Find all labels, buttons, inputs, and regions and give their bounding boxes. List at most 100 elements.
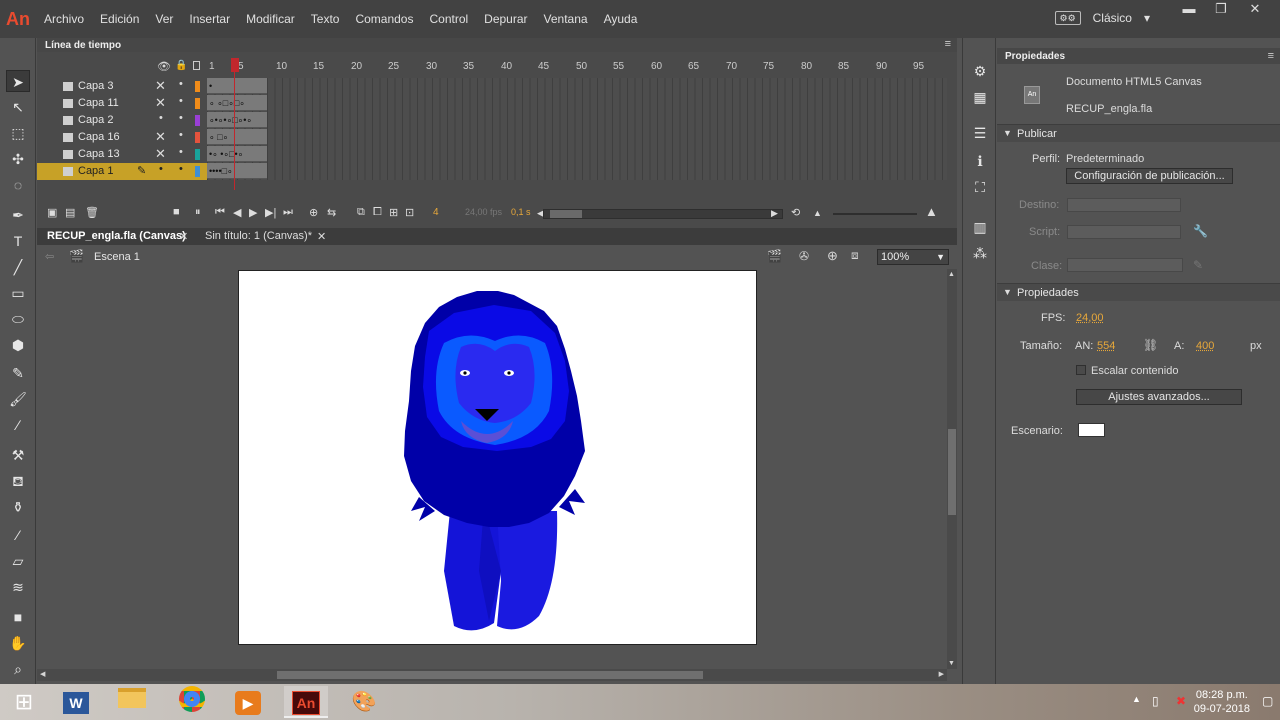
center-stage-icon[interactable]: ⊕ xyxy=(827,248,838,264)
paint-brush-tool-icon[interactable]: ∕ xyxy=(6,414,30,436)
keyframe-span[interactable]: ∘ □∘ xyxy=(207,129,267,145)
outline-icon[interactable] xyxy=(193,61,200,70)
lasso-tool-icon[interactable]: ◌ xyxy=(6,174,30,196)
stage-canvas[interactable] xyxy=(238,270,757,645)
minimize-button[interactable]: ▬ xyxy=(1172,0,1206,20)
bone-tool-icon[interactable]: ⚒ xyxy=(6,444,30,466)
tab-sin-titulo[interactable]: Sin título: 1 (Canvas)* xyxy=(205,230,312,242)
menu-ver[interactable]: Ver xyxy=(147,12,181,26)
scroll-right-icon[interactable]: ▶ xyxy=(771,208,778,219)
fps-value[interactable]: 24,00 fps xyxy=(465,207,502,217)
scene-label[interactable]: Escena 1 xyxy=(94,251,140,263)
layer-color-swatch[interactable] xyxy=(195,166,200,177)
close-window-button[interactable]: ✕ xyxy=(1238,0,1272,20)
word-app-icon[interactable]: W xyxy=(54,686,98,718)
delete-layer-icon[interactable]: 🗑 xyxy=(85,206,99,219)
layer-depth-icon[interactable]: ⏸ xyxy=(195,206,201,219)
step-forward-icon[interactable]: ▶| xyxy=(265,206,276,219)
keyframe-span[interactable]: ∘•∘•∘□∘•∘ xyxy=(207,112,267,128)
eyedropper-tool-icon[interactable]: ⁄ xyxy=(6,524,30,546)
step-back-icon[interactable]: ◀ xyxy=(233,206,241,219)
scroll-right-icon[interactable]: ▶ xyxy=(939,670,944,678)
hidden-x-icon[interactable]: ✕ xyxy=(155,78,166,94)
zoom-out-icon[interactable]: ▲ xyxy=(813,208,822,218)
onion-skin-icon[interactable]: ⧉ xyxy=(357,206,365,219)
lock-dot-icon[interactable]: • xyxy=(179,95,183,107)
onion-outline-icon[interactable]: ⧠ xyxy=(373,206,382,219)
tray-chevron-icon[interactable]: ▲ xyxy=(1132,694,1141,704)
brush-tool-icon[interactable]: 🖌 xyxy=(6,388,30,410)
timeline-tab[interactable]: Línea de tiempo xyxy=(45,40,121,51)
hidden-x-icon[interactable]: ✕ xyxy=(155,129,166,145)
polystar-tool-icon[interactable]: ⬢ xyxy=(6,334,30,356)
frame-zoom-slider[interactable] xyxy=(833,213,917,215)
zoom-select[interactable]: 100% ▼ xyxy=(877,249,949,265)
visible-dot-icon[interactable]: • xyxy=(159,112,163,124)
width-tool-icon[interactable]: ≋ xyxy=(6,576,30,598)
lock-dot-icon[interactable]: • xyxy=(179,112,183,124)
oval-tool-icon[interactable]: ⬭ xyxy=(6,308,30,330)
lock-icon[interactable]: 🔒 xyxy=(175,60,187,71)
lion-artwork[interactable] xyxy=(239,271,758,646)
transform-icon[interactable]: ⛶ xyxy=(971,178,989,196)
line-tool-icon[interactable]: ╱ xyxy=(6,256,30,278)
menu-insertar[interactable]: Insertar xyxy=(181,12,238,26)
layer-name[interactable]: Capa 1 xyxy=(78,165,113,177)
menu-ayuda[interactable]: Ayuda xyxy=(596,12,646,26)
layer-color-swatch[interactable] xyxy=(195,132,200,143)
layer-name[interactable]: Capa 13 xyxy=(78,148,120,160)
link-dimensions-icon[interactable]: ⛓ xyxy=(1143,338,1158,352)
scroll-thumb[interactable] xyxy=(550,210,582,218)
stage-color-swatch[interactable] xyxy=(1078,423,1105,437)
camera-tool-icon[interactable]: ■ xyxy=(6,606,30,628)
stage-area[interactable] xyxy=(37,269,947,669)
battery-icon[interactable]: ▯ xyxy=(1152,694,1159,708)
menu-control[interactable]: Control xyxy=(421,12,476,26)
layer-row[interactable]: Capa 3 ✕ • xyxy=(37,78,207,95)
frame-ruler[interactable]: 👁 🔒 1 5 10 15 20 25 30 35 40 45 50 55 60… xyxy=(37,58,947,78)
menu-ventana[interactable]: Ventana xyxy=(536,12,596,26)
menu-edicion[interactable]: Edición xyxy=(92,12,147,26)
menu-comandos[interactable]: Comandos xyxy=(347,12,421,26)
advanced-settings-button[interactable]: Ajustes avanzados... xyxy=(1076,389,1242,405)
layer-color-swatch[interactable] xyxy=(195,115,200,126)
tab-recup-engla[interactable]: RECUP_engla.fla (Canvas) xyxy=(47,230,186,242)
go-first-icon[interactable]: ⏮ xyxy=(215,206,225,219)
hand-tool-icon[interactable]: ✋ xyxy=(6,632,30,654)
pen-tool-icon[interactable]: ✒ xyxy=(6,204,30,226)
lock-dot-icon[interactable]: • xyxy=(179,78,183,90)
motion-presets-icon[interactable]: ⚙ xyxy=(971,62,989,80)
play-icon[interactable]: ▶ xyxy=(249,206,257,219)
properties-tab[interactable]: Propiedades xyxy=(1005,51,1065,62)
scroll-up-icon[interactable]: ▲ xyxy=(948,271,955,278)
layer-color-swatch[interactable] xyxy=(195,81,200,92)
loop-icon[interactable]: ⇆ xyxy=(327,206,336,219)
menu-depurar[interactable]: Depurar xyxy=(476,12,535,26)
fps-field[interactable]: 24,00 xyxy=(1076,312,1104,324)
frames-grid[interactable] xyxy=(207,78,947,180)
refresh-icon[interactable]: ⟲ xyxy=(791,206,800,219)
notifications-icon[interactable]: ▢ xyxy=(1262,694,1273,708)
keyframe-span[interactable]: ∘ ∘□∘□∘ xyxy=(207,95,267,111)
elapsed-time-value[interactable]: 0,1 s xyxy=(511,207,531,217)
selection-tool-icon[interactable]: ➤ xyxy=(6,70,30,92)
align-icon[interactable]: ☰ xyxy=(971,124,989,142)
back-arrow-icon[interactable]: ⇦ xyxy=(45,250,54,263)
file-explorer-icon[interactable] xyxy=(110,686,154,718)
current-frame-value[interactable]: 4 xyxy=(433,207,439,218)
publish-settings-button[interactable]: Configuración de publicación... xyxy=(1066,168,1233,184)
windows-start-icon[interactable]: ⊞ xyxy=(2,686,46,718)
camera-toggle-icon[interactable]: ■ xyxy=(173,206,180,218)
lock-dot-icon[interactable]: • xyxy=(179,146,183,158)
scale-content-checkbox[interactable] xyxy=(1076,365,1086,375)
new-layer-icon[interactable]: ▣ xyxy=(47,206,57,219)
3d-rotation-tool-icon[interactable]: ✣ xyxy=(6,148,30,170)
close-icon[interactable]: ✕ xyxy=(317,230,326,243)
info-icon[interactable]: ℹ xyxy=(971,152,989,170)
clip-content-icon[interactable]: ⧈ xyxy=(851,248,859,263)
media-player-icon[interactable]: ▶ xyxy=(226,686,270,718)
height-field[interactable]: 400 xyxy=(1196,340,1214,352)
lock-dot-icon[interactable]: • xyxy=(179,129,183,141)
new-folder-icon[interactable]: ▤ xyxy=(65,206,75,219)
lock-dot-icon[interactable]: • xyxy=(179,163,183,175)
